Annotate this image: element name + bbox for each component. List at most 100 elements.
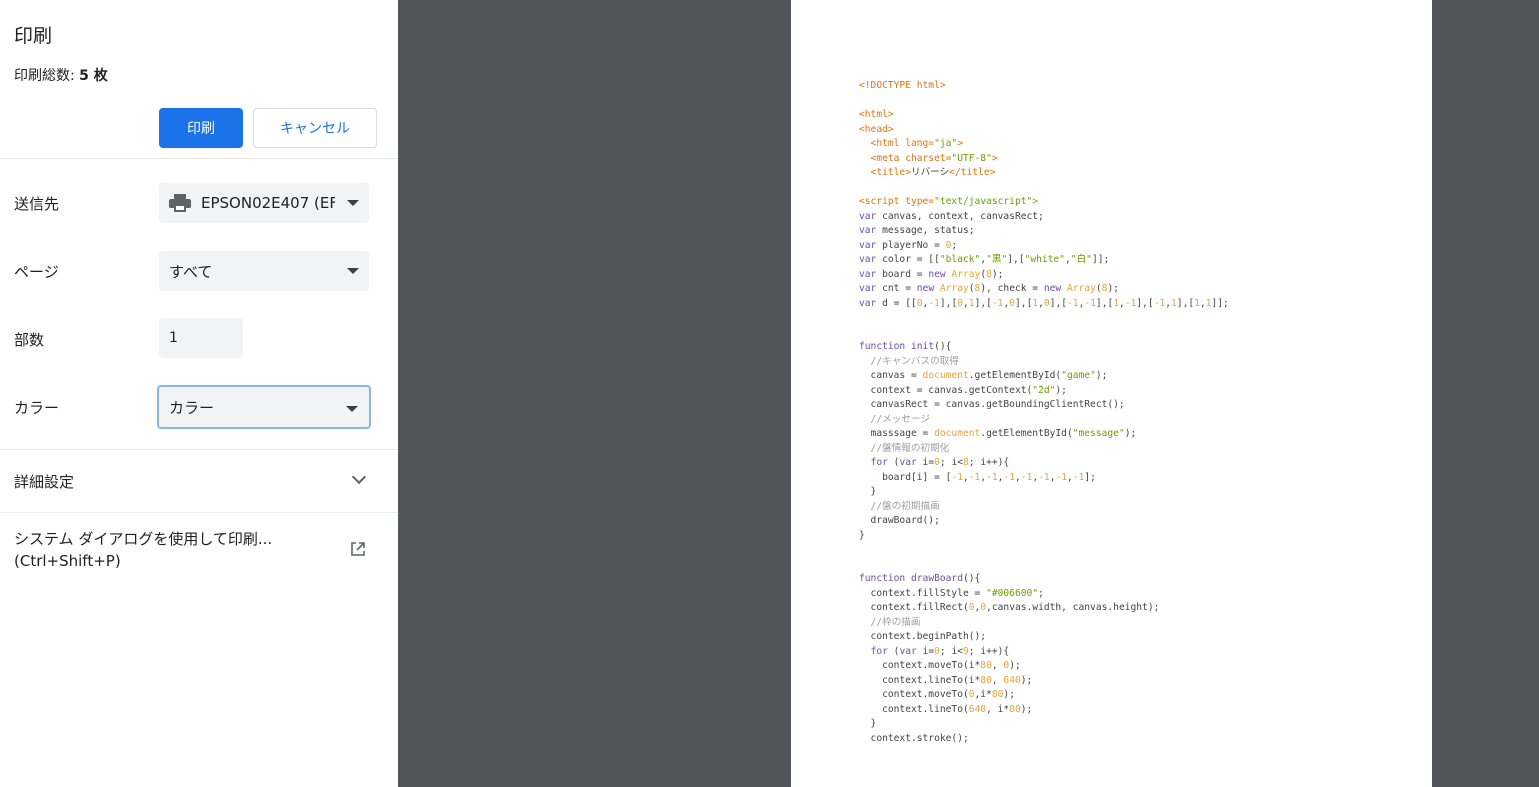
code-line: //枠の描画 <box>859 616 1229 631</box>
code-token: //キャンバスの取得 <box>859 355 959 367</box>
code-line: context.fillRect(0,0,canvas.width, canva… <box>859 601 1229 616</box>
destination-label: 送信先 <box>14 195 60 213</box>
pages-label: ページ <box>14 263 59 281</box>
code-token: drawBoard <box>911 573 963 584</box>
code-token: ],[ <box>1007 254 1025 265</box>
code-token: ,i* <box>974 689 992 700</box>
code-line: context.moveTo(0,i*80); <box>859 688 1229 703</box>
code-token: ],[ <box>1015 297 1033 309</box>
code-token: ; i< <box>939 645 963 657</box>
code-line: var board = new Array(8); <box>859 268 1229 283</box>
code-line: <meta charset="UTF-8"> <box>859 152 1229 167</box>
code-token: "ja" <box>934 138 958 149</box>
code-token: new <box>916 283 935 294</box>
sheet-count-label: 印刷総数: <box>14 68 80 84</box>
code-token: -1 <box>1020 471 1033 483</box>
code-token: context.moveTo( <box>859 689 969 700</box>
code-line: //盤の初期描画 <box>859 500 1229 515</box>
code-token: .getElementById( <box>968 370 1062 381</box>
dropdown-arrow-icon <box>347 268 359 274</box>
code-token: -1 <box>968 471 981 483</box>
code-token: "黒" <box>986 254 1008 265</box>
code-line: //メッセージ <box>859 413 1229 428</box>
code-line: var d = [[0,-1],[0,1],[-1,0],[1,0],[-1,-… <box>859 297 1229 312</box>
advanced-settings-label[interactable]: 詳細設定 <box>14 471 74 492</box>
code-token: color = [[ <box>876 254 940 265</box>
code-token: -1 <box>1055 471 1068 483</box>
code-token: context.stroke(); <box>859 732 969 744</box>
code-token: var <box>859 254 877 265</box>
code-token: document <box>922 370 969 381</box>
code-line: var color = [["black","黒"],["white","白"]… <box>859 253 1229 268</box>
code-token: canvasRect = canvas.getBoundingClientRec… <box>859 399 1125 410</box>
code-token: "white" <box>1024 254 1066 265</box>
open-in-new-icon[interactable] <box>350 541 366 557</box>
copies-input[interactable]: 1 <box>159 318 243 358</box>
code-line: context.stroke(); <box>859 732 1229 747</box>
code-token: Array <box>1066 283 1096 294</box>
code-token: -1 <box>1084 297 1096 309</box>
code-token: "白" <box>1070 254 1092 265</box>
code-token: context.beginPath(); <box>859 631 987 642</box>
code-token: var <box>859 268 877 280</box>
code-token: playerNo = <box>876 239 946 251</box>
dropdown-arrow-icon <box>347 200 359 206</box>
code-token: ],[ <box>974 297 992 309</box>
color-select[interactable]: カラー <box>157 385 371 429</box>
system-dialog-link[interactable]: システム ダイアログを使用して印刷... (Ctrl+Shift+P) <box>14 528 272 572</box>
cancel-button[interactable]: キャンセル <box>253 108 377 148</box>
code-line: context = canvas.getContext("2d"); <box>859 384 1229 399</box>
code-line: <title>リバーシ</title> <box>859 166 1229 181</box>
code-token: ; <box>951 239 958 251</box>
code-token: //盤情報の初期化 <box>859 442 950 454</box>
chevron-down-icon[interactable] <box>351 469 367 485</box>
print-settings-panel: 印刷 印刷総数: 5 枚 印刷 キャンセル 送信先 EPSON02E407 (E… <box>0 0 398 787</box>
code-token: context.fillStyle = <box>859 587 987 599</box>
sheet-count: 印刷総数: 5 枚 <box>14 65 108 85</box>
code-token: > <box>957 138 963 149</box>
printer-icon <box>169 194 191 212</box>
code-token: drawBoard(); <box>859 515 940 526</box>
code-token: -1 <box>986 471 998 483</box>
code-line: function drawBoard(){ <box>859 572 1229 587</box>
code-token: context = canvas.getContext( <box>859 384 1033 396</box>
print-button[interactable]: 印刷 <box>159 108 243 148</box>
code-token: リバーシ <box>910 167 950 178</box>
code-token: Array <box>951 268 981 280</box>
code-token: 80 <box>991 689 1004 700</box>
code-token: canvas, context, canvasRect; <box>876 210 1044 222</box>
code-token: ), check = <box>980 283 1044 294</box>
code-token: "message" <box>1072 428 1125 439</box>
code-token: .getElementById( <box>980 428 1073 439</box>
code-line: context.moveTo(i*80, 0); <box>859 659 1229 674</box>
code-token: ); <box>1055 384 1067 396</box>
code-token: new <box>1043 283 1062 294</box>
code-token: ); <box>991 268 1004 280</box>
pages-select[interactable]: すべて <box>159 251 369 291</box>
code-line: var canvas, context, canvasRect; <box>859 210 1229 225</box>
copies-label: 部数 <box>14 331 45 349</box>
code-token: -1 <box>1067 297 1079 309</box>
code-token: context.moveTo(i* <box>859 660 981 671</box>
code-line: var message, status; <box>859 224 1229 239</box>
code-token: document <box>934 428 981 439</box>
code-token: , i* <box>986 703 1010 715</box>
code-token: var <box>859 210 877 222</box>
code-token: </title> <box>949 167 996 178</box>
code-token: ],[ <box>1136 297 1154 309</box>
code-token: ; i++){ <box>968 457 1010 468</box>
code-token: <title> <box>859 167 911 178</box>
destination-value: EPSON02E407 (EF <box>201 194 335 212</box>
code-token: > <box>1032 196 1039 207</box>
code-token: } <box>859 718 877 729</box>
destination-select[interactable]: EPSON02E407 (EF <box>159 183 369 223</box>
code-token: ]; <box>1084 471 1096 483</box>
code-token: Array <box>939 283 969 294</box>
code-line: } <box>859 485 1229 500</box>
sheet-count-value: 5 枚 <box>79 68 108 84</box>
code-line: board[i] = [-1,-1,-1,-1,-1,-1,-1,-1]; <box>859 471 1229 486</box>
code-line: context.fillStyle = "#006600"; <box>859 587 1229 602</box>
